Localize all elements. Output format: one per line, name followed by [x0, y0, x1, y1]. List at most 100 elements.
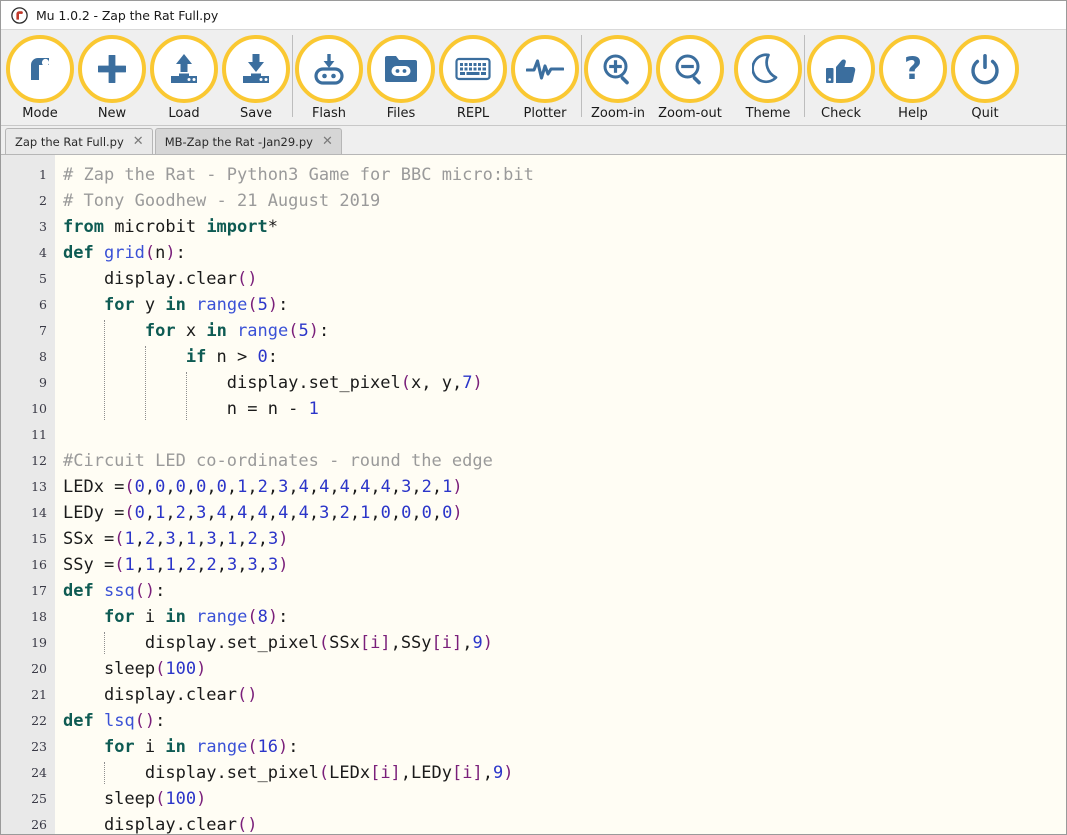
code-token-par: (: [114, 555, 124, 575]
toolbar-button-quit[interactable]: Quit: [949, 30, 1021, 124]
code-line[interactable]: display.set_pixel(SSx[i],SSy[i],9): [63, 630, 1066, 656]
code-token-op: ,: [206, 477, 216, 497]
code-token-op: :: [278, 295, 288, 315]
code-token-num: 3: [401, 477, 411, 497]
code-token-com: # Tony Goodhew - 21 August 2019: [63, 191, 380, 211]
code-token-op: ,: [309, 477, 319, 497]
code-line[interactable]: display.set_pixel(LEDx[i],LEDy[i],9): [63, 760, 1066, 786]
code-line[interactable]: if n > 0:: [63, 344, 1066, 370]
line-number-gutter: 1234567891011121314151617181920212223242…: [1, 155, 55, 834]
code-token-id: i: [135, 607, 166, 627]
tab-close-icon[interactable]: ✕: [133, 135, 144, 148]
toolbar-button-plotter[interactable]: Plotter: [509, 30, 581, 124]
code-token-kw: for: [104, 607, 135, 627]
code-token-num: 0: [176, 477, 186, 497]
magnifier-plus-icon: [584, 35, 652, 103]
code-token-num: 4: [258, 503, 268, 523]
line-number: 2: [1, 188, 54, 214]
code-line[interactable]: for i in range(16):: [63, 734, 1066, 760]
magnifier-minus-icon: [656, 35, 724, 103]
code-line[interactable]: display.clear(): [63, 812, 1066, 834]
code-token-num: 0: [442, 503, 452, 523]
line-number: 26: [1, 812, 54, 834]
code-line[interactable]: [63, 422, 1066, 448]
code-token-par: ): [278, 529, 288, 549]
code-token-op: ,: [135, 529, 145, 549]
code-token-num: 100: [165, 789, 196, 809]
code-token-id: x, y,: [411, 373, 462, 393]
toolbar-button-new[interactable]: New: [76, 30, 148, 124]
code-line[interactable]: for x in range(5):: [63, 318, 1066, 344]
code-token-id: LEDy =: [63, 503, 124, 523]
code-line[interactable]: sleep(100): [63, 786, 1066, 812]
code-token-num: 1: [360, 503, 370, 523]
code-token-op: ,: [401, 763, 411, 783]
toolbar-button-flash[interactable]: Flash: [293, 30, 365, 124]
code-line[interactable]: for y in range(5):: [63, 292, 1066, 318]
main-toolbar: Mode New Load Save Flash Files: [1, 30, 1066, 126]
line-number: 10: [1, 396, 54, 422]
code-line[interactable]: LEDx =(0,0,0,0,0,1,2,3,4,4,4,4,4,3,2,1): [63, 474, 1066, 500]
toolbar-button-load[interactable]: Load: [148, 30, 220, 124]
tab-close-icon[interactable]: ✕: [322, 135, 333, 148]
code-line[interactable]: display.set_pixel(x, y,7): [63, 370, 1066, 396]
code-line[interactable]: SSx =(1,2,3,1,3,1,2,3): [63, 526, 1066, 552]
code-line[interactable]: # Zap the Rat - Python3 Game for BBC mic…: [63, 162, 1066, 188]
code-token-num: 7: [462, 373, 472, 393]
code-text-area[interactable]: # Zap the Rat - Python3 Game for BBC mic…: [55, 155, 1066, 834]
code-lines[interactable]: # Zap the Rat - Python3 Game for BBC mic…: [63, 162, 1066, 834]
toolbar-button-repl[interactable]: REPL: [437, 30, 509, 124]
code-line[interactable]: display.clear(): [63, 682, 1066, 708]
code-token-num: 16: [258, 737, 278, 757]
code-line[interactable]: LEDy =(0,1,2,3,4,4,4,4,4,3,2,1,0,0,0,0): [63, 500, 1066, 526]
toolbar-button-label: Zoom-in: [591, 106, 645, 121]
code-line[interactable]: sleep(100): [63, 656, 1066, 682]
code-token-par: ): [268, 295, 278, 315]
line-number: 8: [1, 344, 54, 370]
toolbar-button-help[interactable]: ?Help: [877, 30, 949, 124]
code-token-id: microbit: [104, 217, 206, 237]
code-line[interactable]: def lsq():: [63, 708, 1066, 734]
code-token-par: ): [452, 477, 462, 497]
code-editor[interactable]: 1234567891011121314151617181920212223242…: [1, 155, 1066, 834]
code-token-par: (: [319, 763, 329, 783]
code-line[interactable]: def grid(n):: [63, 240, 1066, 266]
code-token-num: 2: [176, 503, 186, 523]
toolbar-button-theme[interactable]: Theme: [732, 30, 804, 124]
code-line[interactable]: from microbit import*: [63, 214, 1066, 240]
toolbar-button-files[interactable]: Files: [365, 30, 437, 124]
code-line[interactable]: #Circuit LED co-ordinates - round the ed…: [63, 448, 1066, 474]
code-token-num: 3: [268, 529, 278, 549]
toolbar-button-save[interactable]: Save: [220, 30, 292, 124]
toolbar-button-zoom-in[interactable]: Zoom-in: [582, 30, 654, 124]
code-token-com: #Circuit LED co-ordinates - round the ed…: [63, 451, 493, 471]
code-line[interactable]: n = n - 1: [63, 396, 1066, 422]
code-token-num: 0: [422, 503, 432, 523]
line-number: 15: [1, 526, 54, 552]
code-line[interactable]: def ssq():: [63, 578, 1066, 604]
toolbar-button-check[interactable]: Check: [805, 30, 877, 124]
code-token-id: display.clear: [63, 269, 237, 289]
editor-tab-active[interactable]: Zap the Rat Full.py✕: [5, 128, 153, 154]
code-token-par: (: [145, 243, 155, 263]
line-number: 9: [1, 370, 54, 396]
editor-tab[interactable]: MB-Zap the Rat -Jan29.py✕: [155, 128, 342, 154]
code-line[interactable]: display.clear(): [63, 266, 1066, 292]
code-line[interactable]: SSy =(1,1,1,2,2,3,3,3): [63, 552, 1066, 578]
code-token-num: 3: [278, 477, 288, 497]
code-token-id: LEDx: [329, 763, 370, 783]
code-token-id: [94, 711, 104, 731]
code-line[interactable]: # Tony Goodhew - 21 August 2019: [63, 188, 1066, 214]
toolbar-button-label: Help: [898, 106, 928, 121]
code-token-num: 3: [227, 555, 237, 575]
toolbar-button-zoom-out[interactable]: Zoom-out: [654, 30, 726, 124]
code-token-par: (: [124, 503, 134, 523]
code-token-op: ,: [411, 503, 421, 523]
line-number: 20: [1, 656, 54, 682]
code-line[interactable]: for i in range(8):: [63, 604, 1066, 630]
line-number: 5: [1, 266, 54, 292]
toolbar-button-mode[interactable]: Mode: [4, 30, 76, 124]
thumbs-up-icon: [807, 35, 875, 103]
code-token-fn: ssq: [104, 581, 135, 601]
code-token-op: ,: [186, 477, 196, 497]
